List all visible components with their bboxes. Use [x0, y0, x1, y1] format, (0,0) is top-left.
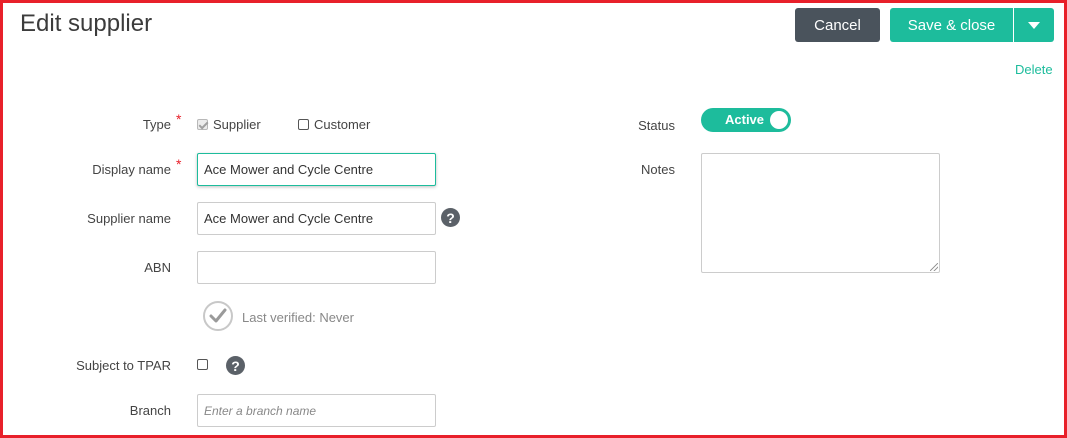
customer-option-label: Customer: [314, 117, 371, 132]
type-option-supplier[interactable]: Supplier: [197, 117, 261, 132]
question-circle-icon[interactable]: ?: [226, 356, 245, 375]
branch-label: Branch: [129, 403, 171, 418]
save-close-button[interactable]: Save & close: [890, 8, 1013, 42]
status-toggle[interactable]: Active: [701, 108, 791, 132]
delete-link[interactable]: Delete: [1015, 62, 1053, 77]
tpar-label: Subject to TPAR: [76, 358, 171, 373]
page-title: Edit supplier: [20, 10, 153, 37]
resize-handle[interactable]: [930, 263, 938, 271]
required-asterisk: *: [176, 111, 182, 127]
toggle-knob: [770, 111, 788, 129]
supplier-name-input[interactable]: Ace Mower and Cycle Centre: [197, 202, 436, 235]
notes-textarea[interactable]: [701, 153, 940, 273]
supplier-name-value: Ace Mower and Cycle Centre: [204, 211, 374, 226]
type-label: Type: [142, 117, 171, 132]
display-name-label: Display name: [92, 162, 171, 177]
tpar-option[interactable]: [197, 359, 213, 370]
abn-input[interactable]: [197, 251, 436, 284]
checkmark-icon: [209, 308, 227, 323]
type-option-customer[interactable]: Customer: [298, 117, 370, 132]
supplier-option-label: Supplier: [213, 117, 261, 132]
status-label: Status: [638, 118, 675, 133]
required-asterisk: *: [176, 156, 182, 172]
abn-label: ABN: [144, 260, 171, 275]
notes-label: Notes: [641, 162, 675, 177]
question-circle-icon[interactable]: ?: [441, 208, 460, 227]
status-toggle-label: Active: [725, 112, 765, 127]
supplier-name-label: Supplier name: [87, 211, 171, 226]
branch-placeholder: Enter a branch name: [204, 403, 317, 418]
cancel-button[interactable]: Cancel: [795, 8, 880, 42]
display-name-input[interactable]: Ace Mower and Cycle Centre: [197, 153, 436, 186]
display-name-value: Ace Mower and Cycle Centre: [204, 162, 374, 177]
supplier-checkbox[interactable]: [197, 119, 208, 130]
branch-input[interactable]: Enter a branch name: [197, 394, 436, 427]
caret-down-icon: [1028, 21, 1040, 29]
abn-last-verified: Last verified: Never: [242, 310, 354, 325]
save-options-dropdown-button[interactable]: [1014, 8, 1054, 42]
check-circle-icon: [203, 301, 233, 331]
tpar-checkbox[interactable]: [197, 359, 208, 370]
customer-checkbox[interactable]: [298, 119, 309, 130]
